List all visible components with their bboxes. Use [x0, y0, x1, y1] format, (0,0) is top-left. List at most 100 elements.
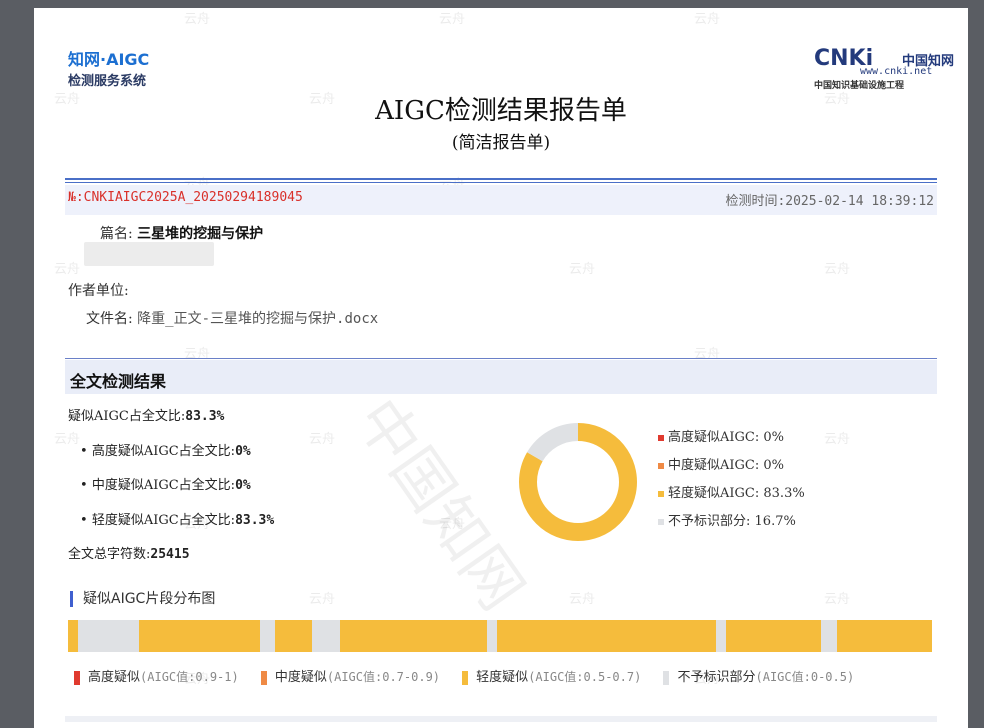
watermark: 云舟: [54, 262, 81, 277]
distribution-segment: [259, 620, 276, 652]
divider: [65, 716, 937, 722]
section-title: 全文检测结果: [70, 372, 167, 391]
legend-value: 0%: [763, 458, 785, 473]
distribution-segment: [311, 620, 341, 652]
file-value: 降重_正文-三星堆的挖掘与保护.docx: [137, 311, 379, 327]
distribution-segment: [487, 620, 497, 652]
distribution-segment: [821, 620, 837, 652]
legend-value: 16.7%: [754, 514, 796, 529]
legend-label: 轻度疑似: [476, 670, 529, 685]
watermark: 云舟: [184, 12, 211, 27]
high-ratio: • 高度疑似AIGC占全文比:0%: [80, 444, 251, 459]
report-number: №:CNKIAIGC2025A_20250294189045: [68, 190, 303, 205]
total-chars: 全文总字符数:25415: [68, 543, 190, 562]
legend-label: 中度疑似AIGC:: [668, 458, 760, 473]
legend-swatch: [663, 670, 670, 685]
legend-swatch: [260, 670, 267, 685]
watermark: 云舟: [824, 432, 851, 447]
legend-hint: (AIGC值:0.5-0.7): [528, 670, 642, 684]
bar-legend-mid: 中度疑似(AIGC值:0.7-0.9): [260, 670, 441, 685]
distribution-segment: [340, 620, 488, 652]
legend-hint: (AIGC值:0.9-1): [140, 670, 239, 684]
unit-field: 作者单位:: [68, 280, 129, 300]
bar-legend-high: 高度疑似(AIGC值:0.9-1): [74, 670, 239, 685]
distribution-segment: [78, 620, 139, 652]
divider: [65, 178, 937, 180]
aigc-donut-chart: [519, 423, 637, 541]
legend-swatch: [658, 518, 664, 525]
legend-label: 高度疑似: [88, 670, 141, 685]
section-header: [65, 360, 937, 394]
legend-hint: (AIGC值:0-0.5): [755, 670, 855, 684]
bar-legend-low: 轻度疑似(AIGC值:0.5-0.7): [462, 670, 641, 685]
legend-low: 轻度疑似AIGC: 83.3%: [658, 482, 805, 510]
report-title: AIGC检测结果报告单: [375, 96, 627, 126]
watermark: 云舟: [694, 12, 721, 27]
donut-legend: 高度疑似AIGC: 0% 中度疑似AIGC: 0% 轻度疑似AIGC: 83.3…: [658, 426, 805, 538]
watermark: 云舟: [54, 432, 81, 447]
legend-hint: (AIGC值:0.7-0.9): [326, 670, 441, 684]
file-label: 文件名:: [86, 311, 133, 327]
high-ratio-label: 高度疑似AIGC占全文比:: [91, 444, 236, 459]
distribution-segment: [68, 620, 79, 652]
bar-legend-none: 不予标识部分(AIGC值:0-0.5): [663, 670, 854, 685]
watermark: 云舟: [824, 592, 851, 607]
distribution-segment: [275, 620, 312, 652]
mid-ratio-label: 中度疑似AIGC占全文比:: [91, 478, 236, 493]
redacted-author: [84, 242, 214, 266]
watermark: 云舟: [824, 262, 851, 277]
legend-label: 高度疑似AIGC:: [668, 430, 760, 445]
legend-swatch: [658, 434, 664, 441]
total-chars-value: 25415: [150, 547, 190, 562]
legend-value: 0%: [763, 430, 785, 445]
legend-swatch: [658, 462, 664, 469]
distribution-segment: [836, 620, 932, 652]
distribution-title: 疑似AIGC片段分布图: [70, 591, 215, 607]
watermark: 云舟: [309, 432, 336, 447]
low-ratio-value: 83.3%: [235, 513, 275, 528]
legend-label: 不予标识部分:: [668, 514, 751, 529]
distribution-bar: [68, 620, 932, 652]
legend-label: 中度疑似: [274, 670, 327, 685]
overall-ratio-label: 疑似AIGC占全文比:: [68, 409, 186, 424]
title-field: 篇名: 三星堆的挖掘与保护: [100, 223, 263, 243]
divider: [65, 182, 937, 183]
mid-ratio: • 中度疑似AIGC占全文比:0%: [80, 478, 251, 493]
legend-mid: 中度疑似AIGC: 0%: [658, 454, 805, 482]
report-subtitle: (简洁报告单): [451, 133, 551, 153]
distribution-legend: 高度疑似(AIGC值:0.9-1) 中度疑似(AIGC值:0.7-0.9) 轻度…: [74, 666, 872, 685]
low-ratio-label: 轻度疑似AIGC占全文比:: [91, 513, 236, 528]
watermark: 云舟: [439, 12, 466, 27]
divider: [65, 358, 937, 359]
title-value: 三星堆的挖掘与保护: [137, 226, 264, 242]
legend-swatch: [658, 490, 664, 497]
overall-ratio-value: 83.3%: [185, 409, 225, 424]
aigc-logo-title: 知网·AIGC: [68, 50, 150, 69]
watermark: 云舟: [569, 592, 596, 607]
legend-label: 不予标识部分: [677, 670, 756, 685]
distribution-segment: [496, 620, 716, 652]
aigc-logo-subtitle: 检测服务系统: [68, 74, 147, 89]
legend-label: 轻度疑似AIGC:: [668, 486, 760, 501]
cnki-url: www.cnki.net: [860, 66, 933, 77]
legend-swatch: [74, 670, 80, 685]
report-page: 云舟 云舟 云舟 云舟 云舟 云舟 云舟 云舟 云舟 云舟 云舟 云舟 云舟 云…: [34, 8, 968, 728]
legend-high: 高度疑似AIGC: 0%: [658, 426, 805, 454]
unit-label: 作者单位:: [68, 283, 129, 299]
check-time: 检测时间:2025-02-14 18:39:12: [725, 194, 934, 209]
distribution-segment: [726, 620, 822, 652]
title-label: 篇名:: [100, 226, 133, 242]
high-ratio-value: 0%: [235, 444, 251, 459]
overall-ratio: 疑似AIGC占全文比:83.3%: [68, 405, 224, 424]
distribution-segment: [716, 620, 727, 652]
legend-value: 83.3%: [763, 486, 805, 501]
legend-swatch: [462, 670, 469, 685]
legend-none: 不予标识部分: 16.7%: [658, 510, 805, 538]
mid-ratio-value: 0%: [235, 478, 251, 493]
distribution-segment: [138, 620, 260, 652]
total-chars-label: 全文总字符数:: [68, 547, 151, 562]
watermark: 云舟: [569, 262, 596, 277]
file-field: 文件名: 降重_正文-三星堆的挖掘与保护.docx: [86, 308, 378, 328]
watermark: 云舟: [309, 592, 336, 607]
low-ratio: • 轻度疑似AIGC占全文比:83.3%: [80, 513, 275, 528]
